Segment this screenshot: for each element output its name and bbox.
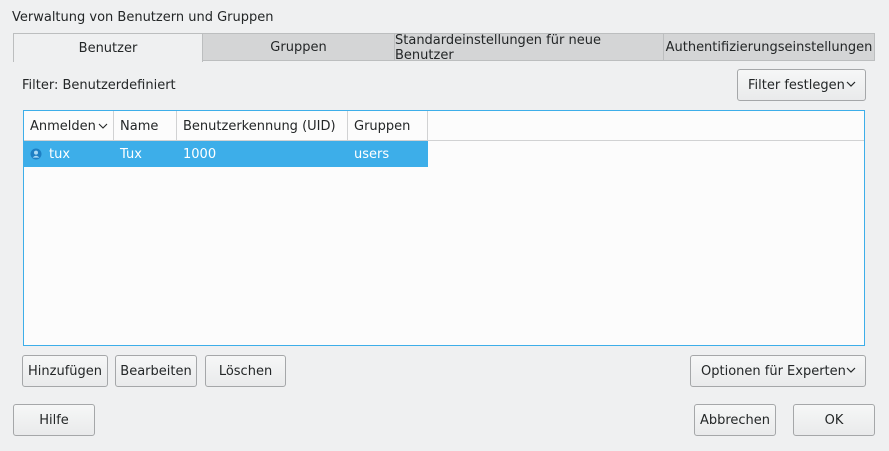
filter-festlegen-button[interactable]: Filter festlegen bbox=[737, 69, 866, 101]
column-header-gruppen[interactable]: Gruppen bbox=[348, 111, 428, 141]
filter-button-label: Filter festlegen bbox=[748, 77, 845, 93]
cell-groups: users bbox=[354, 146, 390, 162]
table-row[interactable]: tux Tux 1000 users bbox=[24, 141, 428, 167]
table-header: Anmelden Name Benutzerkennung (UID) Grup… bbox=[24, 111, 864, 141]
column-header-uid[interactable]: Benutzerkennung (UID) bbox=[177, 111, 348, 141]
tab-bar: Benutzer Gruppen Standardeinstellungen f… bbox=[13, 33, 875, 63]
tab-authentifizierung[interactable]: Authentifizierungseinstellungen bbox=[663, 33, 875, 61]
window-title: Verwaltung von Benutzern und Gruppen bbox=[12, 10, 274, 25]
help-button[interactable]: Hilfe bbox=[13, 404, 95, 436]
filter-label: Filter: Benutzerdefiniert bbox=[22, 78, 176, 93]
sort-descending-icon bbox=[98, 123, 108, 129]
tab-standardeinstellungen[interactable]: Standardeinstellungen für neue Benutzer bbox=[394, 33, 664, 63]
delete-button[interactable]: Löschen bbox=[205, 355, 286, 387]
ok-button[interactable]: OK bbox=[793, 404, 875, 436]
cell-login: tux bbox=[24, 141, 114, 167]
chevron-down-icon bbox=[846, 367, 856, 373]
chevron-down-icon bbox=[846, 81, 856, 87]
user-table[interactable]: Anmelden Name Benutzerkennung (UID) Grup… bbox=[23, 110, 865, 346]
column-header-anmelden[interactable]: Anmelden bbox=[24, 111, 114, 141]
cell-uid: 1000 bbox=[183, 146, 217, 162]
cell-name: Tux bbox=[120, 146, 142, 162]
column-header-name[interactable]: Name bbox=[114, 111, 177, 141]
expert-options-label: Optionen für Experten bbox=[701, 363, 846, 379]
tab-gruppen[interactable]: Gruppen bbox=[202, 33, 395, 61]
login-text: tux bbox=[49, 146, 71, 162]
tab-benutzer[interactable]: Benutzer bbox=[13, 33, 203, 62]
edit-button[interactable]: Bearbeiten bbox=[115, 355, 197, 387]
expert-options-button[interactable]: Optionen für Experten bbox=[690, 355, 866, 387]
cancel-button[interactable]: Abbrechen bbox=[694, 404, 776, 436]
user-icon bbox=[30, 148, 42, 160]
column-header-label: Anmelden bbox=[30, 118, 96, 134]
add-button[interactable]: Hinzufügen bbox=[22, 355, 108, 387]
